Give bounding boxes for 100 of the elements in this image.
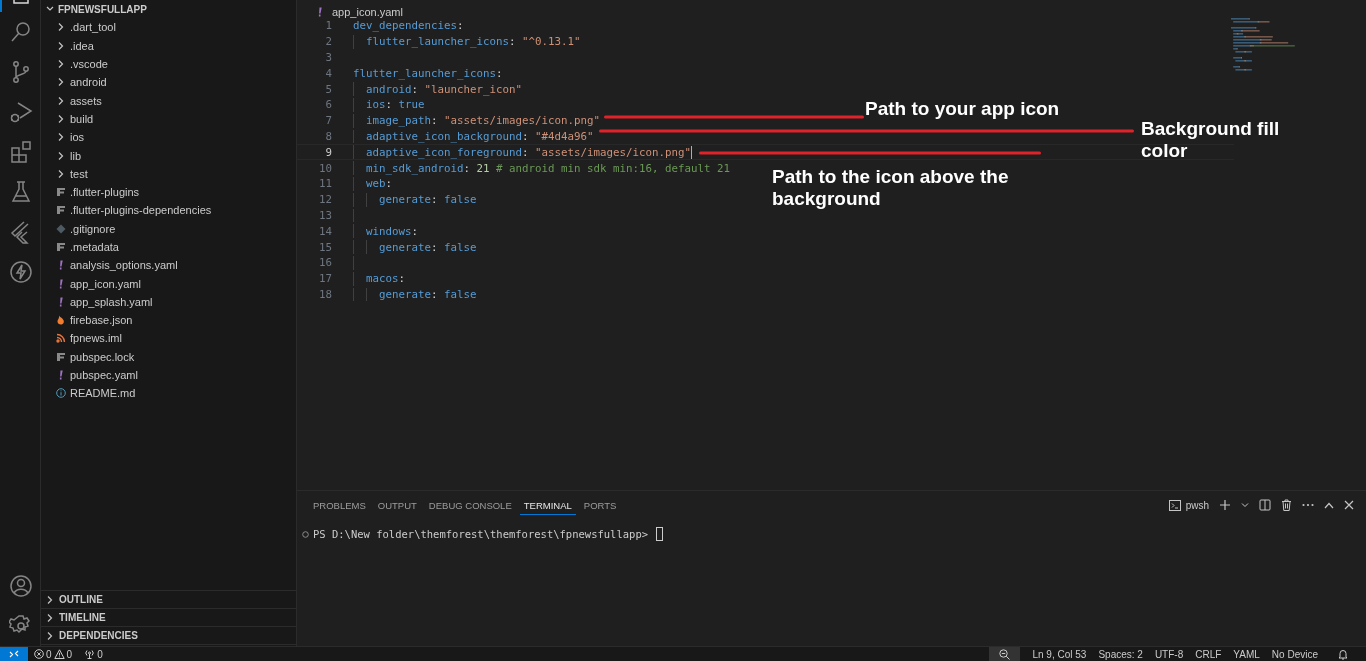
line-number: 12 [318,193,332,207]
chevron-icon [56,132,66,143]
folder-item[interactable]: .idea [41,36,296,55]
status-item[interactable]: UTF-8 [1148,647,1190,661]
annotation-text: Background fill color [1141,118,1281,162]
status-item[interactable]: YAML [1227,647,1266,661]
ports-button[interactable]: 0 [78,647,109,661]
code-line: image_path: "assets/images/icon.png" [366,114,601,128]
file-item[interactable]: .flutter-plugins-dependencies [41,201,296,220]
line-number: 4 [324,66,332,80]
close-icon[interactable] [1344,500,1354,510]
folder-item[interactable]: android [41,73,296,92]
terminal-icon [1168,499,1181,511]
flame-icon [56,315,66,326]
file-item[interactable]: .flutter-plugins [41,182,296,202]
line-number: 7 [324,114,332,128]
terminal-shell-button[interactable]: pwsh [1168,499,1209,511]
code-line: generate: false [379,240,477,254]
warning-icon [53,649,65,659]
chevron-icon [56,150,66,161]
run-debug-icon[interactable] [9,100,33,124]
panel-tab[interactable]: PORTS [579,495,621,515]
code-line: dev_dependencies: [353,19,464,33]
file-item[interactable]: app_splash.yaml [41,292,296,312]
file-item[interactable]: pubspec.yaml [41,365,296,385]
folder-item[interactable]: build [41,109,296,129]
line-number: 3 [324,51,332,64]
code-line: windows: [366,224,419,238]
line-number: 18 [318,287,332,301]
line-number: 13 [318,208,332,222]
code-line: flutter_launcher_icons: [353,66,503,80]
folder-item[interactable]: .vscode [41,54,296,74]
line-number: 16 [318,256,332,270]
folder-item[interactable]: .dart_tool [41,18,296,37]
git-icon [56,223,66,234]
file-item[interactable]: app_icon.yaml [41,274,296,293]
panel-tab[interactable]: PROBLEMS [309,495,370,515]
folder-header[interactable]: FPNEWSFULLAPP [41,0,296,19]
code-line: adaptive_icon_background: "#4d4a96" [366,129,594,143]
code-line: min_sdk_android: 21 # android min sdk min:16, default 21 [366,161,731,175]
folder-item[interactable]: test [41,164,296,183]
status-item[interactable]: CRLF [1189,647,1228,661]
status-item[interactable]: Ln 9, Col 53 [1026,647,1093,661]
panel-tab[interactable]: OUTPUT [373,495,421,515]
file-item[interactable]: .gitignore [41,219,296,238]
more-icon[interactable] [1302,503,1314,507]
annotation-text: Path to the icon above the background [772,166,1010,210]
section-header[interactable]: OUTLINE [41,591,296,609]
section-header[interactable]: TIMELINE [41,609,296,627]
line-number: 2 [324,35,332,49]
terminal-cursor [656,527,664,541]
line-number: 1 [324,19,332,33]
file-item[interactable]: firebase.json [41,311,296,330]
split-icon[interactable] [1259,499,1271,511]
zoom-button[interactable] [989,647,1021,661]
line-number: 8 [324,129,332,143]
plus-icon[interactable] [1219,499,1231,511]
zoom-out-icon [999,648,1011,660]
problems-button[interactable]: 0 0 [28,647,79,661]
folder-item[interactable]: lib [41,146,296,165]
file-item[interactable]: README.md [41,384,296,403]
file-item[interactable]: analysis_options.yaml [41,256,296,275]
folder-item[interactable]: assets [41,91,296,110]
remote-button[interactable] [0,647,28,661]
file-item[interactable]: fpnews.iml [41,329,296,348]
search-icon[interactable] [9,20,33,44]
error-icon [34,649,44,659]
info-icon [56,388,66,399]
folder-item[interactable]: ios [41,128,296,147]
file-item[interactable]: pubspec.lock [41,347,296,366]
account-icon[interactable] [9,574,33,598]
line-number: 11 [318,177,332,191]
file-icon [56,187,66,198]
remote-icon [9,649,19,659]
circle-icon [302,530,309,538]
line-number: 14 [318,224,332,238]
panel-tab[interactable]: DEBUG CONSOLE [424,495,516,515]
code-line: generate: false [379,287,477,301]
line-number: 6 [324,98,332,112]
status-item[interactable]: Spaces: 2 [1092,647,1149,661]
panel-tab[interactable]: TERMINAL [519,495,576,515]
lightning-icon[interactable] [9,260,33,284]
file-icon [56,205,66,216]
chevron-icon [56,77,66,88]
line-number: 17 [318,272,332,286]
extensions-icon[interactable] [9,140,33,164]
file-item[interactable]: .metadata [41,237,296,257]
chevron-icon [56,59,66,70]
status-item[interactable]: No Device [1265,647,1324,661]
chevron-up-icon[interactable] [1324,501,1334,509]
flask-icon[interactable] [9,180,33,204]
file-icon [56,242,66,252]
chevron-icon [56,113,66,124]
code-line: adaptive_icon_foreground: "assets/images/icon.png" [366,145,692,159]
trash-icon[interactable] [1281,499,1292,511]
editor-tab[interactable]: app_icon.yaml [297,4,409,18]
chevron-down-icon[interactable] [1241,501,1249,509]
section-header[interactable]: DEPENDENCIES [41,627,296,645]
code-line: macos: [366,272,406,286]
chevron-icon [56,95,66,106]
